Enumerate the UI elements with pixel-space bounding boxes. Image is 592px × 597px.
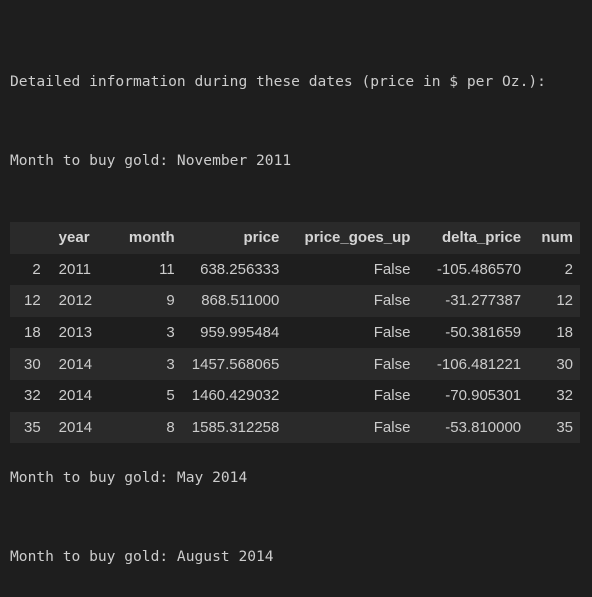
- cell-num: 35: [556, 418, 573, 436]
- cell-num: 12: [556, 292, 573, 310]
- cell-num: 2: [564, 260, 573, 278]
- cell-year: 2012: [58, 292, 93, 310]
- cell-num: 30: [556, 355, 573, 373]
- row-index: 32: [23, 387, 41, 405]
- table-row: 30 2014 3 1457.568065 False -106.481221 …: [10, 348, 580, 380]
- cell-num: 32: [556, 387, 573, 405]
- row-index: 18: [23, 324, 41, 342]
- column-header-year: year: [58, 229, 90, 247]
- cell-price: 1460.429032: [191, 387, 280, 405]
- cell-num: 18: [556, 324, 573, 342]
- row-index: 2: [32, 260, 41, 278]
- cell-delta-price: -105.486570: [436, 260, 522, 278]
- column-header-price-goes-up: price_goes_up: [304, 229, 411, 247]
- cell-delta-price: -70.905301: [445, 387, 522, 405]
- table-row: 12 2012 9 868.511000 False -31.277387 12: [10, 285, 580, 317]
- cell-price: 1585.312258: [191, 418, 280, 436]
- cell-price: 1457.568065: [191, 355, 280, 373]
- table-row: 2 2011 11 638.256333 False -105.486570 2: [10, 253, 580, 286]
- cell-delta-price: -50.381659: [445, 324, 522, 342]
- column-header-num: num: [541, 229, 573, 247]
- cell-delta-price: -106.481221: [436, 355, 522, 373]
- cell-price-goes-up: False: [373, 324, 411, 342]
- column-header-price: price: [243, 229, 280, 247]
- cell-price: 959.995484: [200, 324, 280, 342]
- output-line: Month to buy gold: August 2014: [10, 548, 274, 566]
- table-row: 32 2014 5 1460.429032 False -70.905301 3…: [10, 379, 580, 412]
- cell-month: 8: [166, 418, 175, 436]
- cell-price: 868.511000: [201, 292, 280, 310]
- index-header: [10, 222, 53, 254]
- cell-month: 11: [159, 260, 175, 278]
- dataframe-table: year month price price_goes_up delta_pri…: [10, 222, 580, 444]
- output-line: Month to buy gold: May 2014: [10, 468, 248, 486]
- cell-price-goes-up: False: [373, 260, 411, 278]
- cell-price-goes-up: False: [373, 292, 411, 310]
- table-row: 35 2014 8 1585.312258 False -53.810000 3…: [10, 411, 580, 444]
- output-header-line: Detailed information during these dates …: [10, 72, 546, 90]
- output-line: Month to buy gold: November 2011: [10, 152, 292, 170]
- cell-price-goes-up: False: [373, 387, 411, 405]
- table-row: 18 2013 3 959.995484 False -50.381659 18: [10, 316, 580, 349]
- cell-month: 3: [166, 355, 175, 373]
- cell-year: 2014: [58, 418, 93, 436]
- row-index: 30: [23, 355, 41, 373]
- cell-year: 2013: [58, 324, 93, 342]
- cell-month: 9: [166, 292, 175, 310]
- cell-month: 5: [166, 387, 175, 405]
- cell-year: 2014: [58, 387, 93, 405]
- header-row: year month price price_goes_up delta_pri…: [10, 222, 580, 254]
- cell-month: 3: [166, 324, 175, 342]
- table-header: year month price price_goes_up delta_pri…: [10, 222, 580, 254]
- cell-year: 2011: [58, 260, 91, 278]
- column-header-delta-price: delta_price: [441, 229, 522, 247]
- cell-price-goes-up: False: [373, 355, 411, 373]
- cell-delta-price: -53.810000: [445, 418, 522, 436]
- table-body: 2 2011 11 638.256333 False -105.486570 2…: [10, 253, 580, 444]
- column-header-month: month: [128, 229, 175, 247]
- cell-price-goes-up: False: [373, 418, 411, 436]
- cell-price: 638.256333: [200, 260, 280, 278]
- cell-delta-price: -31.277387: [445, 292, 522, 310]
- row-index: 35: [23, 418, 41, 436]
- row-index: 12: [23, 292, 41, 310]
- cell-year: 2014: [58, 355, 93, 373]
